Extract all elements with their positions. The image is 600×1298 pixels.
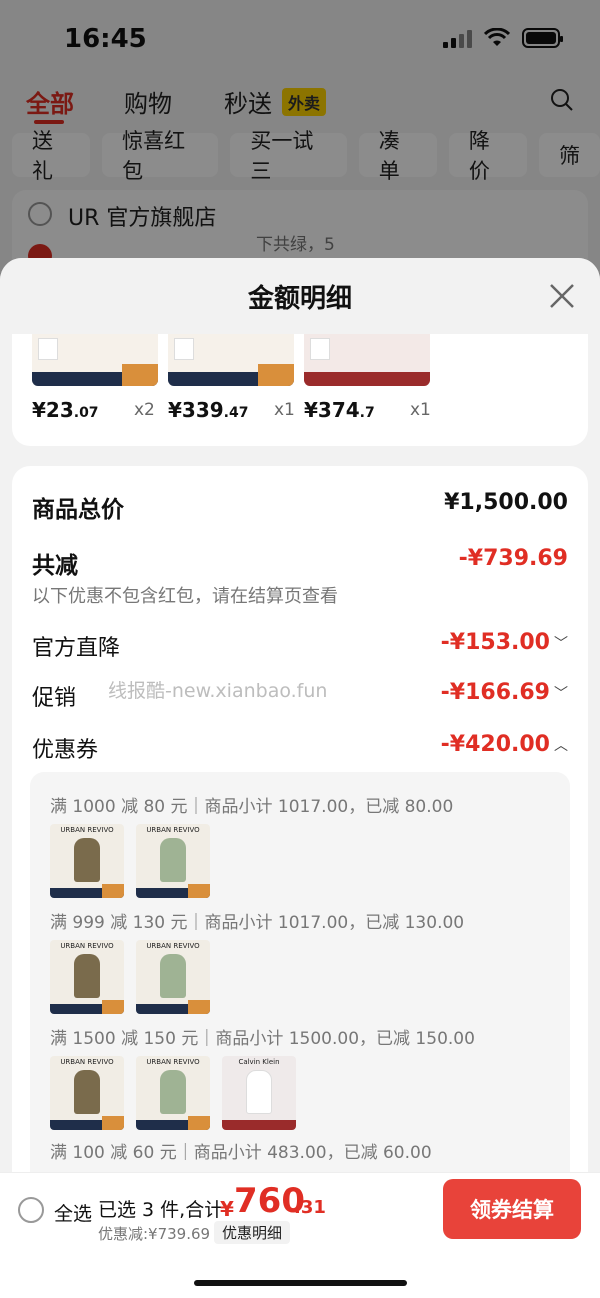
discount-summary: 优惠减:¥739.69 (98, 1225, 211, 1243)
chevron-down-icon: ﹀ (554, 686, 568, 702)
official-discount-value: -¥153.00 (440, 630, 550, 655)
total-price-value: ¥1,500.00 (444, 490, 568, 515)
chevron-up-icon: ︿ (554, 738, 568, 754)
product-price: ¥23.07 (32, 398, 99, 422)
product-price: ¥374.7 (304, 398, 375, 422)
product-image[interactable] (32, 334, 158, 386)
home-indicator[interactable] (194, 1280, 407, 1286)
coupon-detail-box: 满 1000 减 80 元｜商品小计 1017.00，已减 80.00 URBA… (30, 772, 570, 1192)
product-qty: x1 (274, 400, 295, 420)
coupon-row[interactable]: -¥420.00 ︿ (441, 732, 568, 757)
product-qty: x2 (134, 400, 155, 420)
checkout-button[interactable]: 领券结算 (443, 1179, 581, 1239)
total-currency: ¥ (220, 1197, 234, 1221)
coupon-value: -¥420.00 (440, 732, 550, 757)
chevron-down-icon: ﹀ (554, 636, 568, 652)
selected-count: 已选 3 件,合计: (98, 1199, 230, 1221)
coupon-product-image: URBAN REVIVO (136, 1056, 210, 1130)
coupon-product-image: URBAN REVIVO (50, 940, 124, 1014)
discount-detail-button[interactable]: 优惠明细 (214, 1221, 291, 1244)
official-discount-label: 官方直降 (32, 636, 121, 661)
total-reduce-value: -¥739.69 (458, 546, 568, 571)
coupon-rule: 满 1000 减 80 元｜商品小计 1017.00，已减 80.00 (50, 797, 454, 817)
product-image[interactable] (304, 334, 430, 386)
coupon-rule: 满 1500 减 150 元｜商品小计 1500.00，已减 150.00 (50, 1029, 475, 1049)
select-all-label[interactable]: 全选 (54, 1199, 92, 1226)
promo-row[interactable]: -¥166.69 ﹀ (441, 680, 568, 705)
coupon-rule: 满 999 减 130 元｜商品小计 1017.00，已减 130.00 (50, 913, 465, 933)
sheet-title: 金额明细 (247, 284, 352, 314)
total-amount-dec: .31 (294, 1197, 326, 1218)
coupon-product-image: URBAN REVIVO (50, 1056, 124, 1130)
coupon-rule: 满 100 减 60 元｜商品小计 483.00，已减 60.00 (50, 1143, 432, 1163)
promo-value: -¥166.69 (440, 680, 550, 705)
reduce-note: 以下优惠不包含红包，请在结算页查看 (32, 586, 338, 607)
product-image[interactable] (168, 334, 294, 386)
coupon-label: 优惠券 (32, 738, 99, 763)
coupon-product-image: Calvin Klein (222, 1056, 296, 1130)
product-qty: x1 (410, 400, 431, 420)
coupon-product-image: URBAN REVIVO (136, 824, 210, 898)
selected-products: ¥23.07 x2 ¥339.47 x1 ¥374.7 x1 (12, 334, 588, 446)
total-price-label: 商品总价 (32, 497, 124, 523)
close-icon[interactable] (548, 282, 576, 310)
amount-detail-sheet: 金额明细 ¥23.07 x2 ¥339.47 x1 ¥374.7 x1 商品总价… (0, 258, 600, 1298)
coupon-product-image: URBAN REVIVO (50, 824, 124, 898)
official-discount-row[interactable]: -¥153.00 ﹀ (441, 630, 568, 655)
select-all-radio[interactable] (18, 1197, 44, 1223)
total-reduce-label: 共减 (32, 553, 78, 579)
home-indicator-area (0, 1244, 600, 1298)
watermark: 线报酷-new.xianbao.fun (108, 680, 328, 702)
sheet-header: 金额明细 (0, 258, 600, 334)
coupon-product-image: URBAN REVIVO (136, 940, 210, 1014)
checkout-bar: 全选 已选 3 件,合计: ¥ 760 .31 优惠减:¥739.69 优惠明细… (0, 1172, 600, 1244)
product-price: ¥339.47 (168, 398, 249, 422)
promo-label: 促销 (32, 686, 77, 711)
